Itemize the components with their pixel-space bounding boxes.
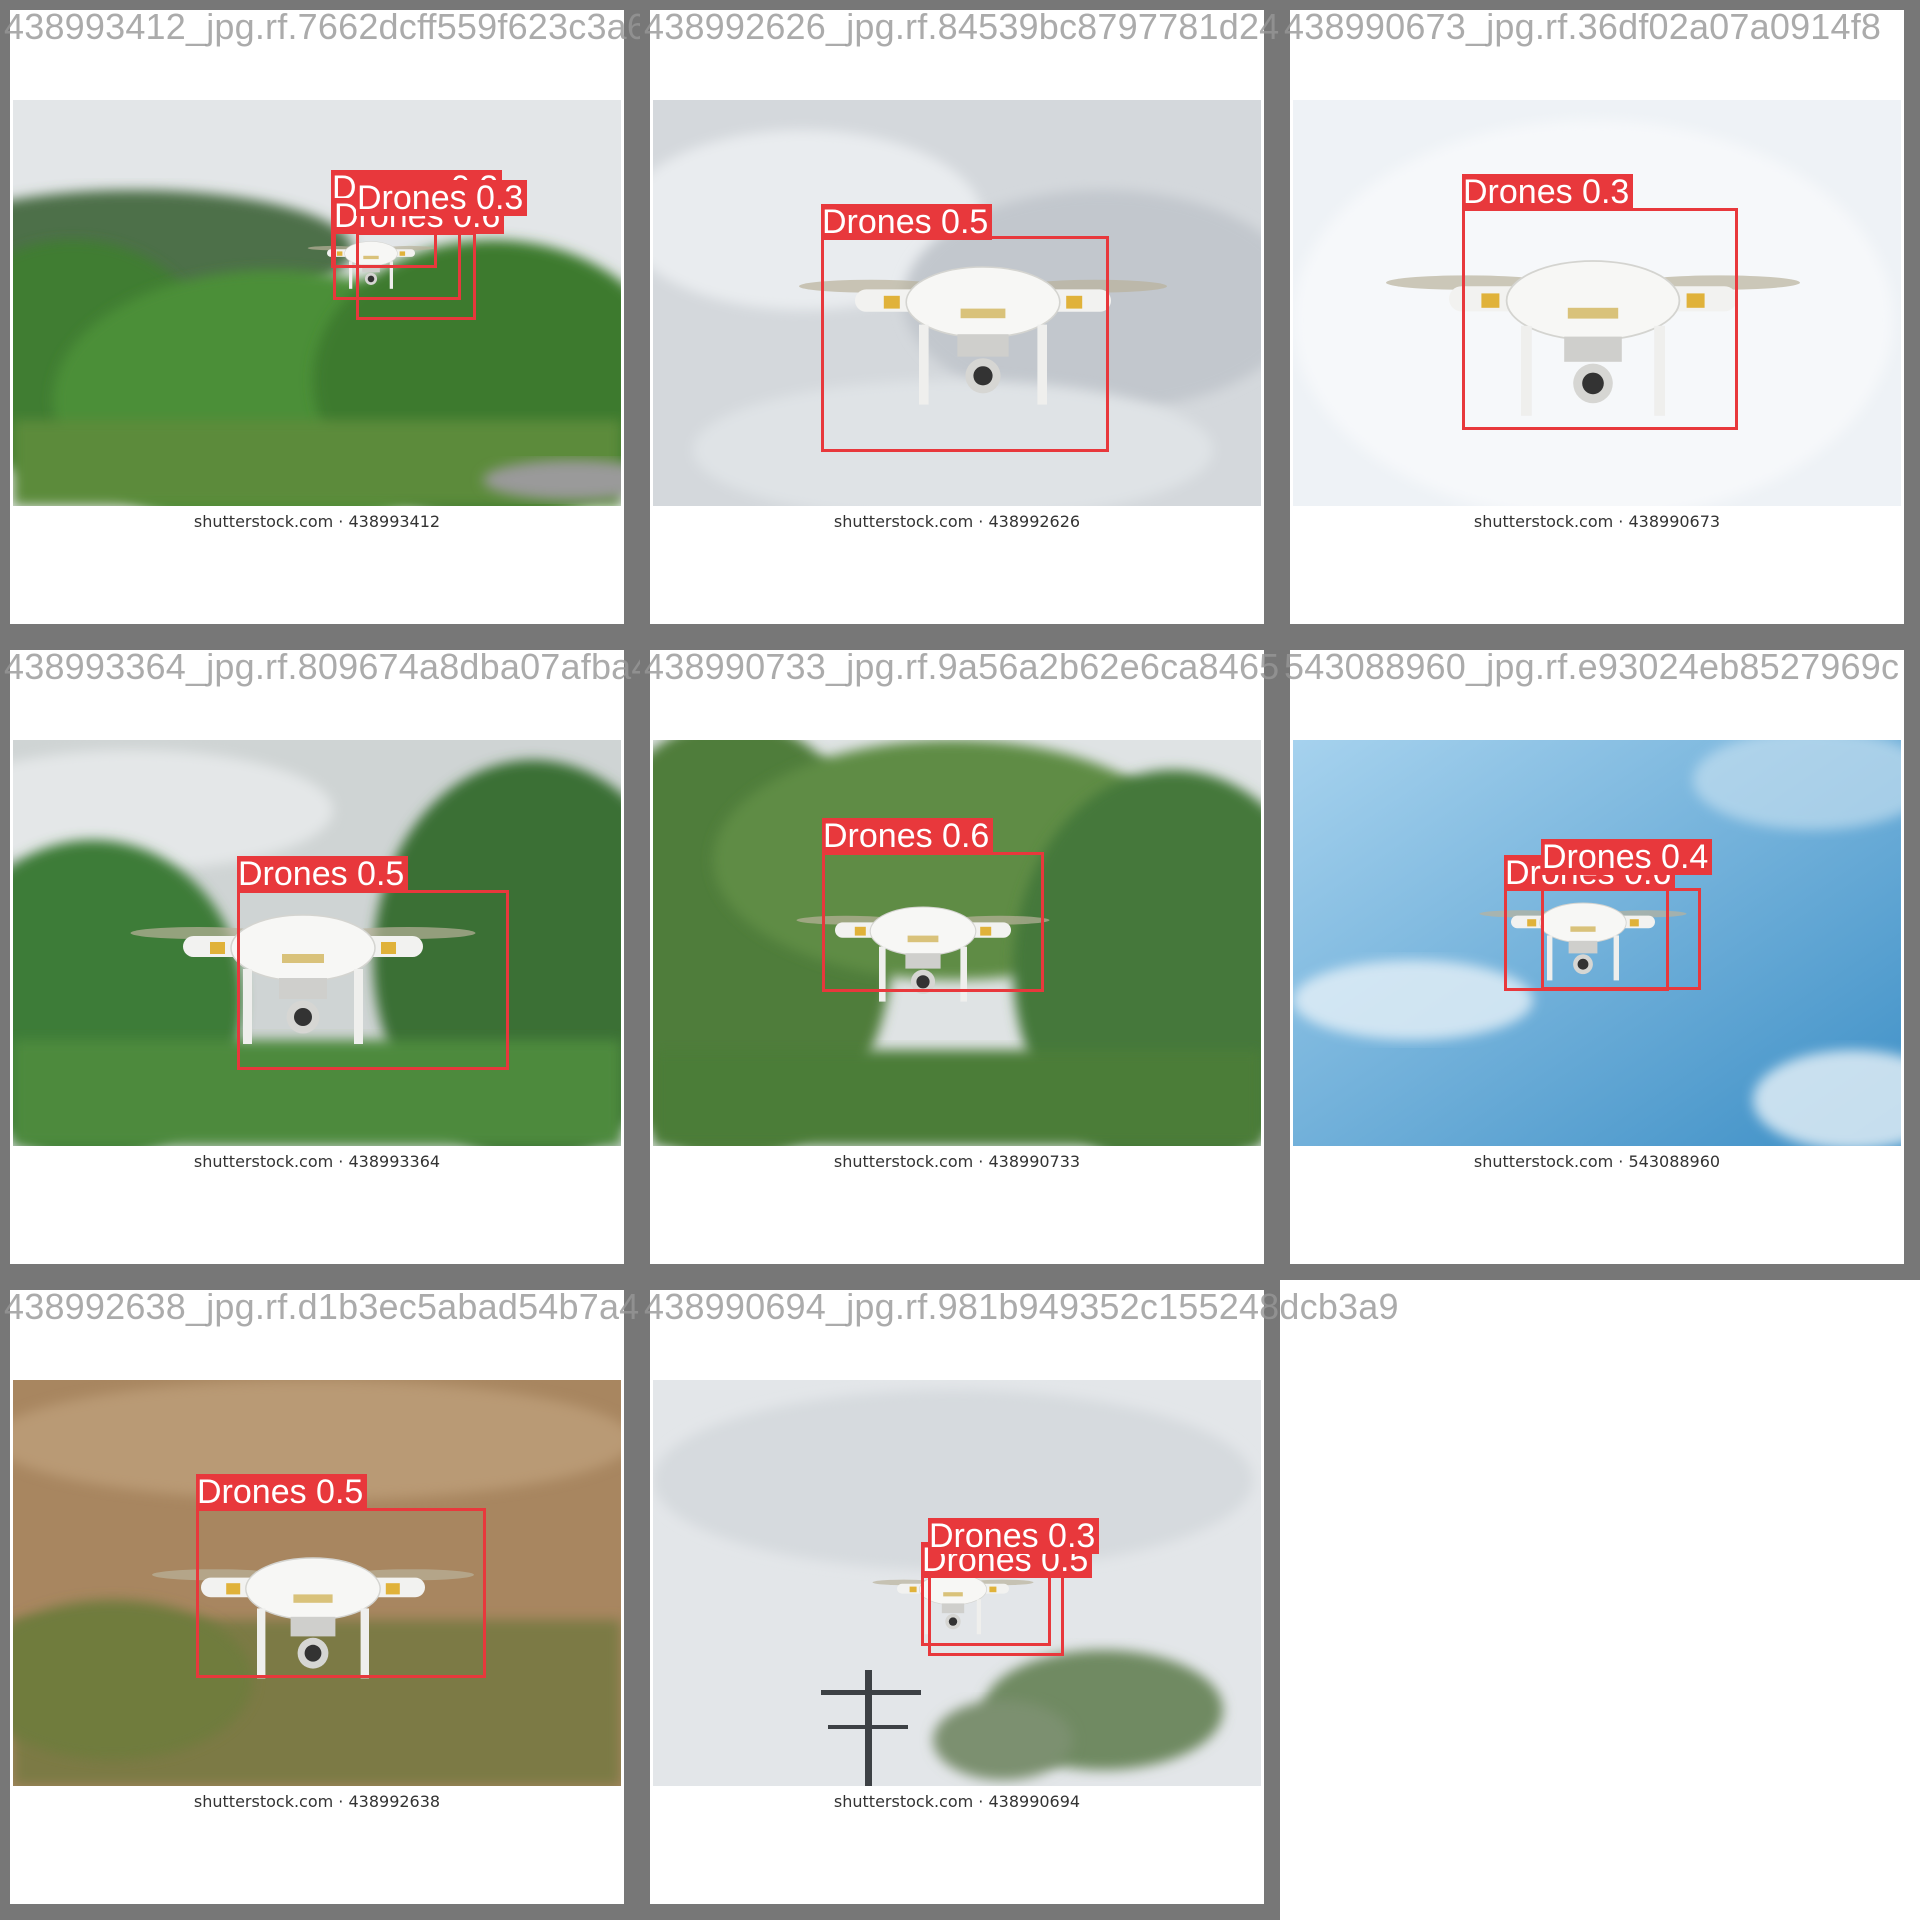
detection-box xyxy=(822,852,1044,992)
stock-caption: shutterstock.com · 438992638 xyxy=(193,1792,441,1811)
detection-label: Drones 0.6 xyxy=(822,818,994,854)
detection-label: Drones 0.3 xyxy=(356,180,528,216)
stock-caption: shutterstock.com · 438993364 xyxy=(193,1152,441,1171)
stock-caption: shutterstock.com · 438993412 xyxy=(193,512,441,531)
detection-label: Drones 0.5 xyxy=(196,1474,368,1510)
detection-box xyxy=(1541,888,1701,990)
detection-box xyxy=(1462,208,1738,430)
tile-canvas: shutterstock.com · 438993412 xyxy=(10,10,624,624)
detection-box xyxy=(196,1508,486,1678)
detection-label: Drones 0.5 xyxy=(237,856,409,892)
detection-box xyxy=(237,890,509,1070)
detection-label: Drones 0.3 xyxy=(1462,174,1634,210)
detection-box xyxy=(356,232,476,320)
drone-scene xyxy=(13,100,621,506)
drone-photo xyxy=(13,100,621,506)
detection-label: Drones 0.3 xyxy=(928,1518,1100,1554)
stock-caption: shutterstock.com · 543088960 xyxy=(1473,1152,1721,1171)
detection-mosaic: shutterstock.com · 438993412 438993412_jp… xyxy=(0,0,1920,1920)
image-tile: shutterstock.com · 438993412 xyxy=(0,0,640,640)
stock-caption: shutterstock.com · 438990733 xyxy=(833,1152,1081,1171)
detection-box xyxy=(821,236,1109,452)
stock-caption: shutterstock.com · 438990694 xyxy=(833,1792,1081,1811)
detection-label: Drones 0.5 xyxy=(821,204,993,240)
stock-caption: shutterstock.com · 438992626 xyxy=(833,512,1081,531)
stock-caption: shutterstock.com · 438990673 xyxy=(1473,512,1721,531)
detection-label: Drones 0.4 xyxy=(1541,839,1713,875)
detection-box xyxy=(928,1572,1064,1656)
